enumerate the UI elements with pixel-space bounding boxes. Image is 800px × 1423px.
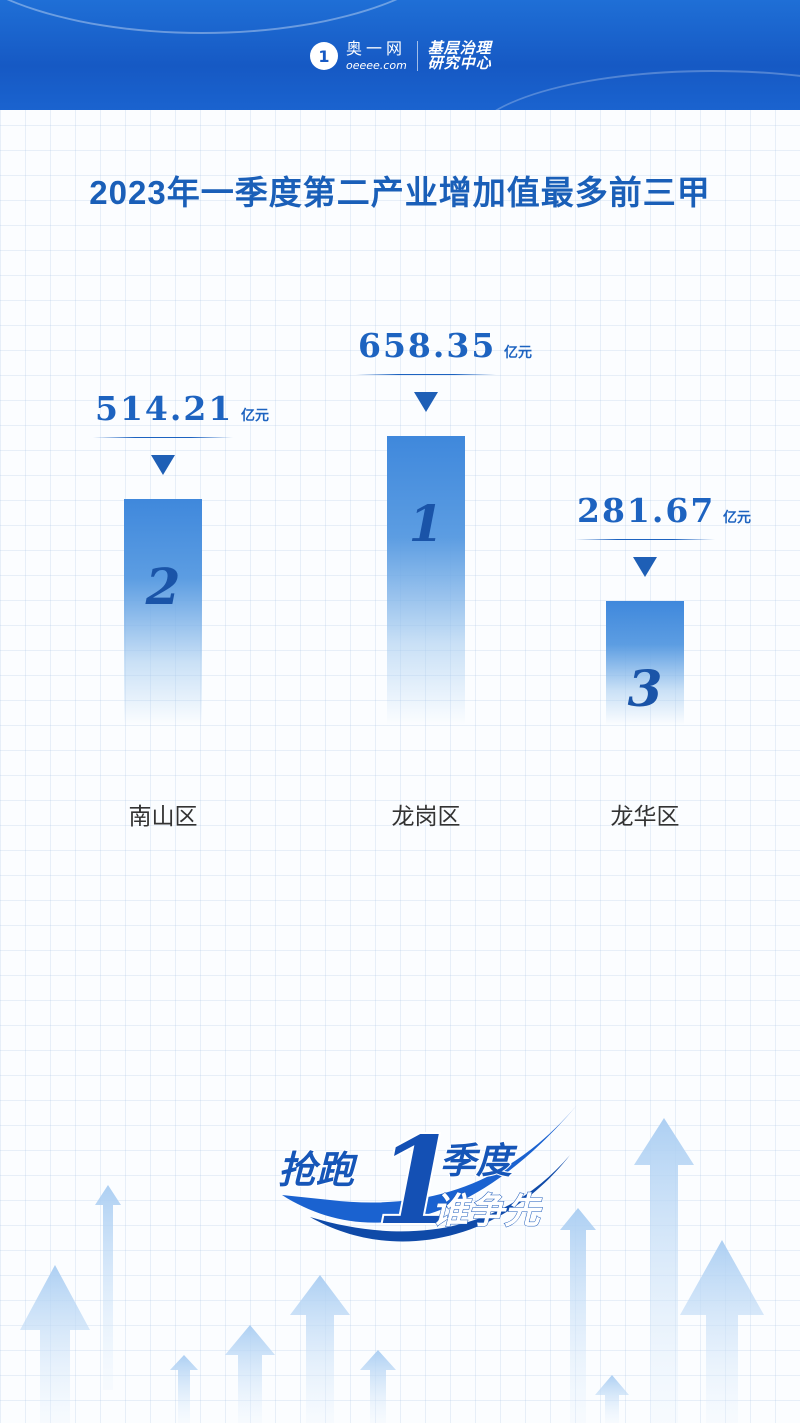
chart-bar — [387, 435, 465, 725]
rank-label: 2 — [145, 557, 181, 617]
arrow-up-icon — [680, 1240, 764, 1423]
arrow-up-icon — [95, 1185, 121, 1390]
arrow-up-icon — [290, 1275, 350, 1423]
brand-circle-icon: 1 — [310, 42, 338, 70]
decorative-wave — [470, 70, 800, 110]
arrow-up-icon — [170, 1355, 198, 1423]
research-center-line2: 研究中心 — [427, 54, 492, 72]
research-center-logo: 基层治理 研究中心 — [428, 41, 492, 71]
value-underline — [93, 437, 233, 439]
arrow-up-icon — [634, 1118, 694, 1423]
unit-label: 亿元 — [241, 408, 269, 425]
unit-label: 亿元 — [723, 510, 751, 527]
chart-bar — [124, 499, 202, 725]
unit-label: 亿元 — [504, 344, 532, 361]
value-underline — [575, 539, 715, 541]
data-label: 658.35 — [358, 325, 497, 365]
down-triangle-icon — [414, 391, 438, 412]
down-triangle-icon — [151, 455, 175, 476]
category-label: 龙华区 — [610, 804, 680, 830]
data-label: 281.67 — [577, 491, 716, 531]
brand-name-cn: 奥一网 — [346, 39, 407, 58]
slogan-text-line2: 谁争先 — [432, 1191, 543, 1232]
rank-label: 3 — [627, 659, 663, 719]
brand-name: 奥一网 oeeee.com — [346, 39, 407, 72]
chart-bar — [606, 601, 684, 725]
category-label: 南山区 — [128, 804, 198, 830]
value-underline — [356, 373, 496, 375]
data-label: 514.21 — [95, 389, 234, 429]
brand-divider — [416, 41, 418, 71]
arrow-up-icon — [360, 1350, 396, 1423]
brand-logo[interactable]: 1 奥一网 oeeee.com 基层治理 研究中心 — [310, 36, 492, 76]
slogan-text-right: 季度 — [440, 1141, 518, 1182]
slogan-text-left: 抢跑 — [278, 1148, 358, 1192]
slogan-logo: 抢跑 1 季度 谁争先 — [277, 1099, 582, 1254]
category-label: 龙岗区 — [391, 804, 461, 830]
down-triangle-icon — [633, 557, 657, 578]
decorative-wave — [0, 0, 464, 34]
arrow-up-icon — [20, 1265, 90, 1423]
page-title: 2023年一季度第二产业增加值最多前三甲 — [89, 174, 711, 211]
brand-name-en: oeeee.com — [346, 59, 407, 72]
header-banner: 1 奥一网 oeeee.com 基层治理 研究中心 — [0, 0, 800, 110]
rank-label: 1 — [408, 493, 444, 553]
arrow-up-icon — [595, 1375, 629, 1423]
arrow-up-icon — [225, 1325, 275, 1423]
